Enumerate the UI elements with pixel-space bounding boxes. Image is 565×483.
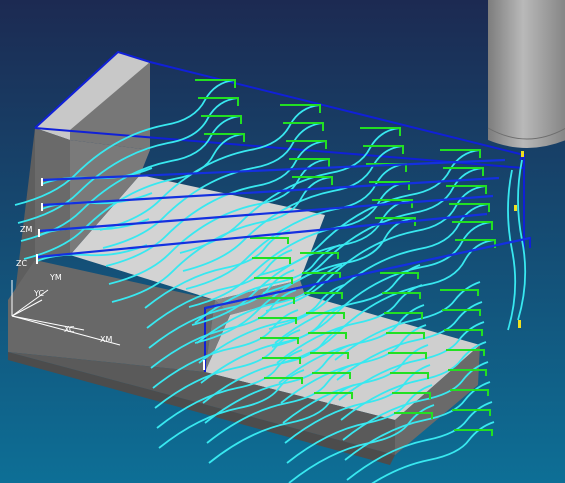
end-mill-icon[interactable] xyxy=(487,0,565,148)
axis-label-yc: YC xyxy=(33,289,44,298)
axis-label-zm: ZM xyxy=(20,225,32,234)
cam-graphics-viewport[interactable]: ZM ZC YM YC XC XM xyxy=(0,0,565,483)
toolpath-scene[interactable]: ZM ZC YM YC XC XM xyxy=(0,0,565,483)
axis-label-xm: XM xyxy=(100,335,112,344)
left-wall-side-face xyxy=(35,128,70,260)
axis-label-ym: YM xyxy=(49,273,62,282)
axis-label-xc: XC xyxy=(64,325,75,334)
axis-label-zc: ZC xyxy=(16,259,27,268)
